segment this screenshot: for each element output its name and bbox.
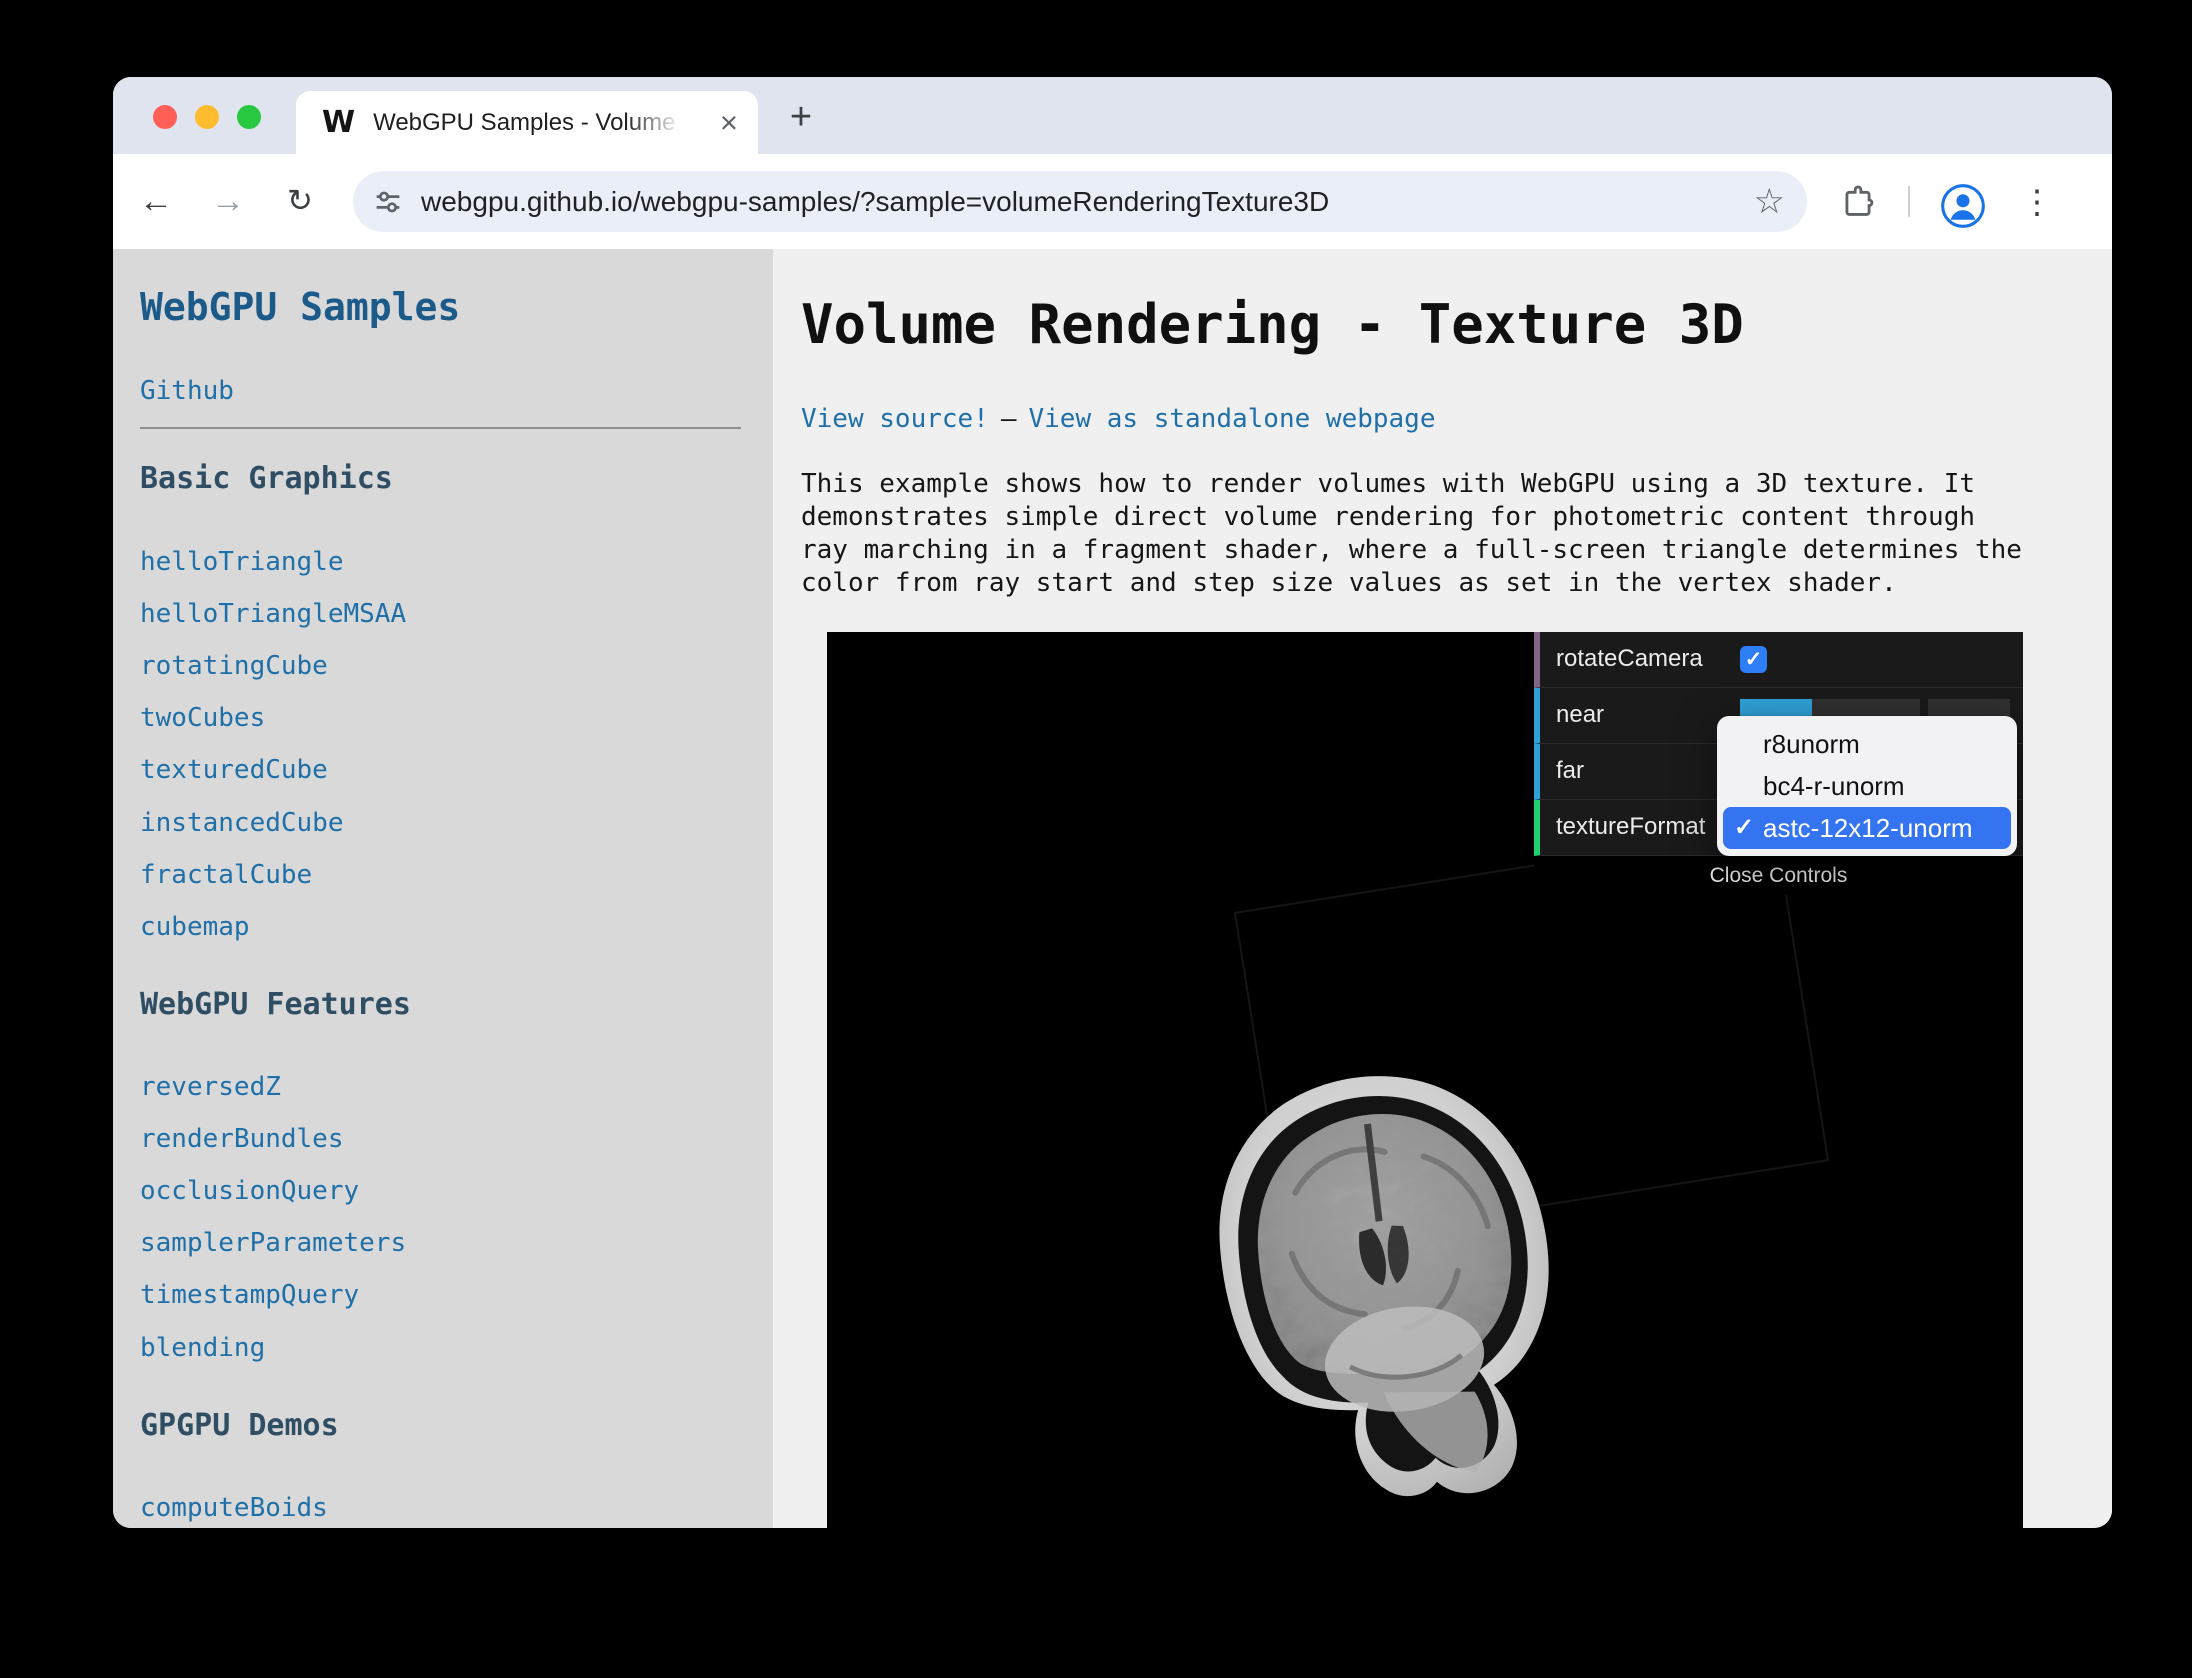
browser-tab[interactable]: W WebGPU Samples - Volume R × <box>296 91 758 154</box>
textureFormat-label: textureFormat <box>1556 800 1705 854</box>
page-content: WebGPU Samples Github Basic Graphics hel… <box>113 249 2112 1528</box>
sidebar-item-texturedCube[interactable]: texturedCube <box>140 755 328 785</box>
webgpu-favicon-icon: W <box>322 105 355 140</box>
sidebar-item-renderBundles[interactable]: renderBundles <box>140 1124 344 1154</box>
sidebar-item-occlusionQuery[interactable]: occlusionQuery <box>140 1176 359 1206</box>
back-button[interactable]: ← <box>132 177 180 225</box>
description-line: ray marching in a fragment shader, where… <box>801 534 2022 567</box>
dropdown-option-bc4-r-unorm[interactable]: bc4-r-unorm <box>1723 765 2011 807</box>
browser-window: W WebGPU Samples - Volume R × + ← → ↻ we… <box>113 77 2112 1528</box>
description-line: demonstrates simple direct volume render… <box>801 501 2022 534</box>
checkbox-check-icon: ✓ <box>1745 647 1763 672</box>
sample-links: View source! — View as standalone webpage <box>801 404 1436 434</box>
address-bar[interactable]: webgpu.github.io/webgpu-samples/?sample=… <box>353 171 1807 232</box>
reload-button[interactable]: ↻ <box>276 177 324 225</box>
sidebar-item-cubemap[interactable]: cubemap <box>140 912 250 942</box>
forward-button[interactable]: → <box>204 177 252 225</box>
sample-main: Volume Rendering - Texture 3D View sourc… <box>773 249 2112 1528</box>
brain-mri-render <box>1126 1000 1658 1528</box>
close-window-button[interactable] <box>153 105 177 129</box>
close-controls-button[interactable]: Close Controls <box>1534 856 2023 895</box>
sidebar-divider <box>140 427 741 429</box>
tab-strip: W WebGPU Samples - Volume R × + <box>113 77 2112 154</box>
selected-check-icon: ✓ <box>1734 807 1754 849</box>
browser-toolbar: ← → ↻ webgpu.github.io/webgpu-samples/?s… <box>113 154 2112 249</box>
section-gpgpu-demos: GPGPU Demos <box>140 1408 339 1443</box>
description-line: color from ray start and step size value… <box>801 567 2022 600</box>
textureFormat-dropdown: r8unorm bc4-r-unorm ✓ astc-12x12-unorm <box>1717 716 2017 856</box>
github-link[interactable]: Github <box>140 376 234 406</box>
dropdown-option-astc-12x12-unorm[interactable]: ✓ astc-12x12-unorm <box>1723 807 2011 849</box>
link-separator: — <box>1001 404 1017 434</box>
extensions-icon[interactable] <box>1839 182 1877 220</box>
near-label: near <box>1556 688 1604 742</box>
sidebar-item-twoCubes[interactable]: twoCubes <box>140 703 265 733</box>
samples-sidebar: WebGPU Samples Github Basic Graphics hel… <box>113 249 773 1528</box>
sidebar-item-blending[interactable]: blending <box>140 1333 265 1363</box>
far-label: far <box>1556 744 1584 798</box>
sidebar-item-instancedCube[interactable]: instancedCube <box>140 808 344 838</box>
standalone-link[interactable]: View as standalone webpage <box>1029 404 1436 434</box>
gui-row-rotateCamera: rotateCamera ✓ <box>1534 632 2023 688</box>
sidebar-item-samplerParameters[interactable]: samplerParameters <box>140 1228 406 1258</box>
webgpu-canvas[interactable]: rotateCamera ✓ near far textureFor <box>827 632 2023 1528</box>
url-text[interactable]: webgpu.github.io/webgpu-samples/?sample=… <box>421 186 1329 218</box>
section-webgpu-features: WebGPU Features <box>140 987 411 1022</box>
close-tab-icon[interactable]: × <box>720 107 738 138</box>
sample-description: This example shows how to render volumes… <box>801 468 2022 600</box>
dropdown-option-r8unorm[interactable]: r8unorm <box>1723 723 2011 765</box>
sidebar-item-timestampQuery[interactable]: timestampQuery <box>140 1280 359 1310</box>
tab-title: WebGPU Samples - Volume R <box>373 109 681 137</box>
bookmark-star-icon[interactable]: ☆ <box>1754 184 1785 219</box>
browser-menu-icon[interactable]: ⋮ <box>2013 177 2061 225</box>
site-title: WebGPU Samples <box>140 285 460 329</box>
sidebar-item-computeBoids[interactable]: computeBoids <box>140 1493 328 1523</box>
sidebar-item-helloTriangle[interactable]: helloTriangle <box>140 547 344 577</box>
sidebar-item-fractalCube[interactable]: fractalCube <box>140 860 312 890</box>
dropdown-option-label: astc-12x12-unorm <box>1763 813 1973 843</box>
new-tab-button[interactable]: + <box>777 93 825 141</box>
zoom-window-button[interactable] <box>237 105 261 129</box>
toolbar-separator <box>1908 186 1910 217</box>
description-line: This example shows how to render volumes… <box>801 468 2022 501</box>
site-settings-icon[interactable] <box>371 185 405 219</box>
rotateCamera-label: rotateCamera <box>1556 632 1703 686</box>
section-basic-graphics: Basic Graphics <box>140 461 393 496</box>
sidebar-item-helloTriangleMSAA[interactable]: helloTriangleMSAA <box>140 599 406 629</box>
sidebar-item-reversedZ[interactable]: reversedZ <box>140 1072 281 1102</box>
rotateCamera-checkbox[interactable]: ✓ <box>1740 646 1767 673</box>
page-title: Volume Rendering - Texture 3D <box>801 293 1744 356</box>
sidebar-item-rotatingCube[interactable]: rotatingCube <box>140 651 328 681</box>
minimize-window-button[interactable] <box>195 105 219 129</box>
profile-avatar-icon[interactable] <box>1940 183 1986 229</box>
view-source-link[interactable]: View source! <box>801 404 989 434</box>
